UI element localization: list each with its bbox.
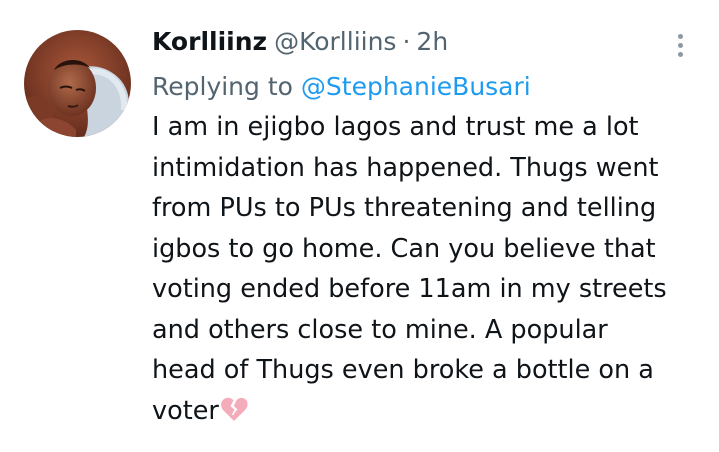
tweet-text-line: I am in ejigbo lagos and trust me a lot bbox=[152, 112, 639, 142]
replying-to: Replying to @StephanieBusari bbox=[152, 69, 692, 105]
tweet-text-line: from PUs to PUs threatening and telling bbox=[152, 193, 657, 223]
replying-to-label: Replying to bbox=[152, 72, 293, 101]
tweet-text-line: and others close to mine. A popular bbox=[152, 314, 608, 345]
tweet-text: I am in ejigbo lagos and trust me a lot … bbox=[152, 107, 692, 434]
tweet[interactable]: Korlliinz @Korlliins · 2h Replying to @S… bbox=[0, 0, 719, 452]
avatar-photo bbox=[24, 30, 131, 137]
tweet-header: Korlliinz @Korlliins · 2h bbox=[152, 24, 692, 60]
tweet-text-word: voter bbox=[152, 395, 219, 426]
tweet-text-line: head of Thugs even broke a bottle on a bbox=[152, 355, 654, 385]
tweet-text-line: intimidation has happened. Thugs went bbox=[152, 152, 659, 183]
timestamp[interactable]: 2h bbox=[416, 24, 448, 60]
tweet-text-last-line: voter bbox=[152, 391, 692, 435]
more-options-button[interactable] bbox=[664, 30, 696, 60]
more-dot-icon bbox=[677, 51, 683, 57]
more-dot-icon bbox=[677, 33, 683, 39]
more-dot-icon bbox=[677, 42, 683, 48]
avatar[interactable] bbox=[24, 30, 131, 137]
display-name[interactable]: Korlliinz bbox=[152, 24, 267, 60]
user-handle[interactable]: @Korlliins bbox=[274, 24, 396, 60]
tweet-text-line: voting ended before 11am in my streets bbox=[152, 274, 667, 304]
broken-heart-icon bbox=[220, 394, 248, 435]
tweet-content: Korlliinz @Korlliins · 2h Replying to @S… bbox=[152, 24, 692, 434]
tweet-text-line: igbos to go home. Can you believe that bbox=[152, 233, 656, 264]
mention-link[interactable]: @StephanieBusari bbox=[301, 72, 531, 101]
separator-dot: · bbox=[402, 27, 411, 56]
